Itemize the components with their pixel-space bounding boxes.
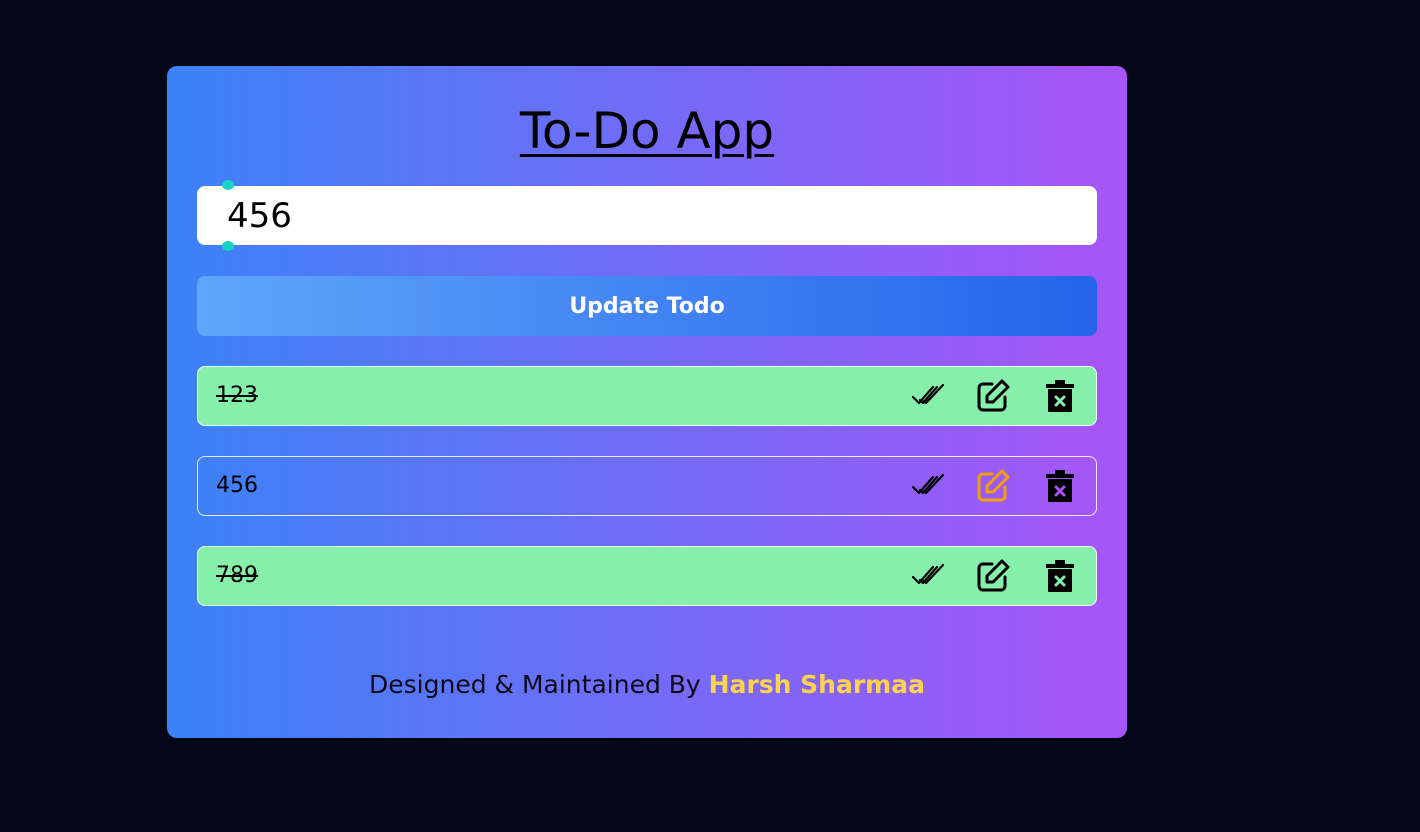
trash-icon[interactable] xyxy=(1041,468,1079,504)
todo-text: 789 xyxy=(216,563,258,588)
page-title: To-Do App xyxy=(519,102,775,160)
footer: Designed & Maintained By Harsh Sharmaa xyxy=(167,670,1127,699)
double-check-icon[interactable] xyxy=(910,468,948,504)
edit-icon[interactable] xyxy=(974,558,1012,594)
edit-icon[interactable] xyxy=(974,378,1012,414)
todo-item: 789 xyxy=(197,546,1097,606)
double-check-icon[interactable] xyxy=(910,378,948,414)
todo-item: 456 xyxy=(197,456,1097,516)
trash-icon[interactable] xyxy=(1041,558,1079,594)
text-selection-handle-top[interactable] xyxy=(222,180,234,190)
footer-prefix: Designed & Maintained By xyxy=(369,670,701,699)
double-check-icon[interactable] xyxy=(910,558,948,594)
todo-input[interactable] xyxy=(197,186,1097,245)
todo-item: 123 xyxy=(197,366,1097,426)
footer-author[interactable]: Harsh Sharmaa xyxy=(709,670,925,699)
text-selection-handle-bottom[interactable] xyxy=(222,241,234,251)
todo-card: To-Do App Update Todo 123 xyxy=(167,66,1127,738)
todo-text: 123 xyxy=(216,383,258,408)
todo-input-wrapper xyxy=(197,180,1097,251)
edit-icon[interactable] xyxy=(974,468,1012,504)
todo-text: 456 xyxy=(216,473,258,498)
trash-icon[interactable] xyxy=(1041,378,1079,414)
update-todo-button[interactable]: Update Todo xyxy=(197,276,1097,336)
